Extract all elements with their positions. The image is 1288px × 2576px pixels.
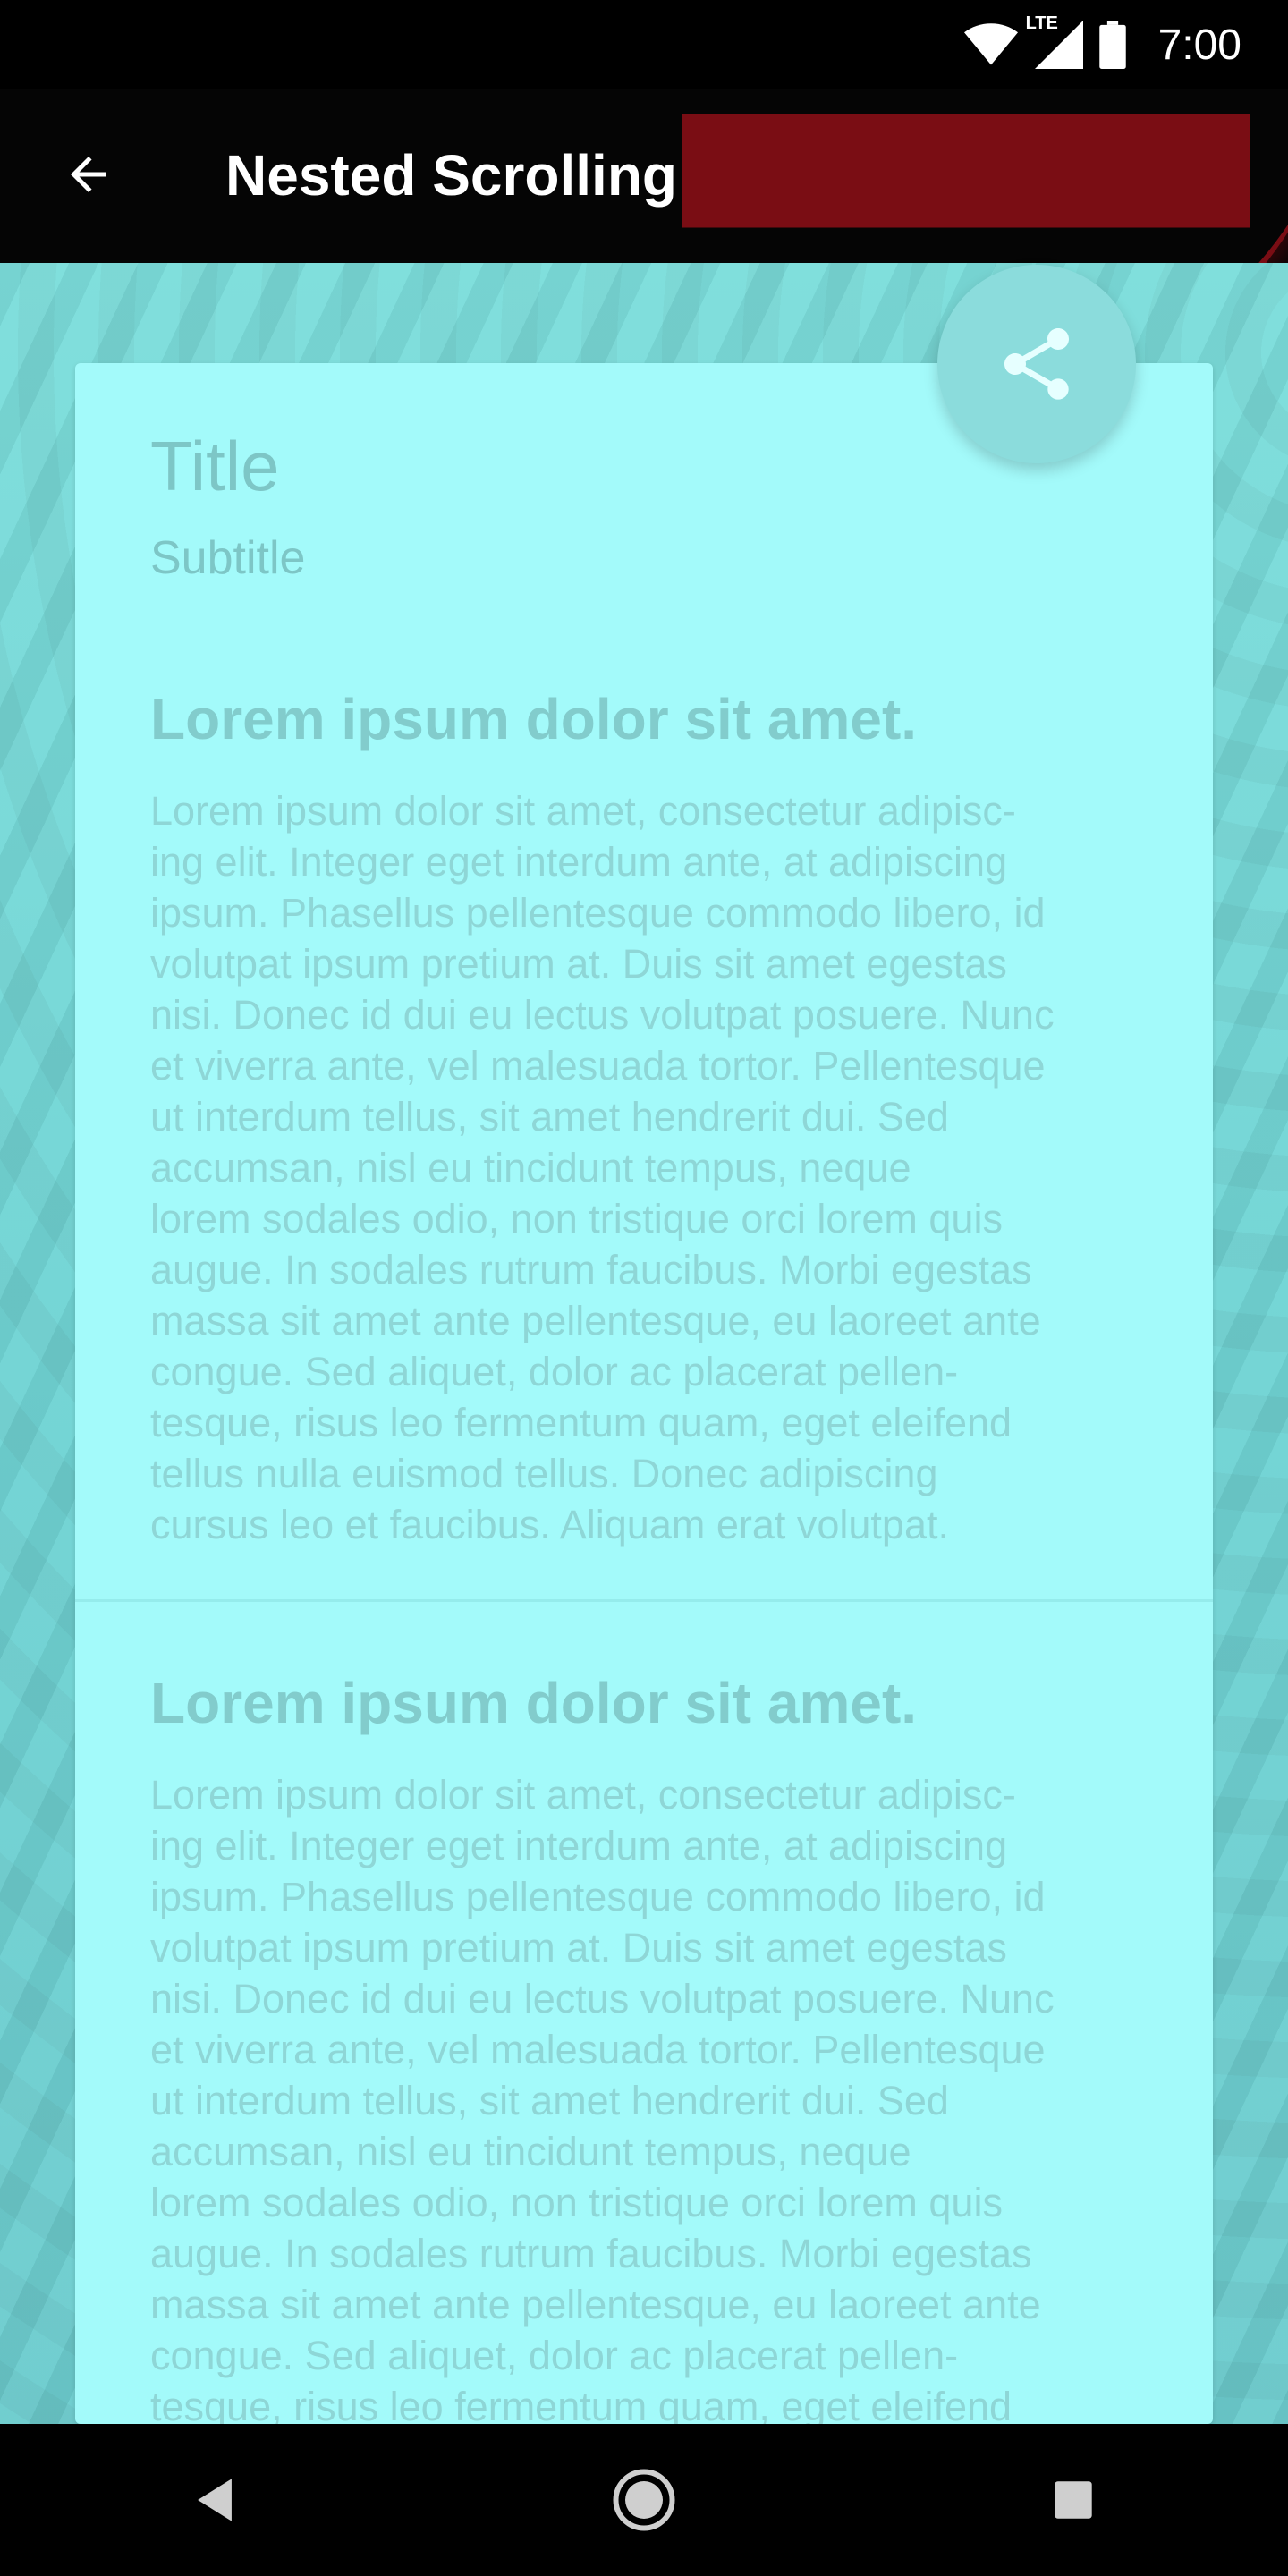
wifi-icon [963,23,1018,65]
section-heading: Lorem ipsum dolor sit amet. [150,1671,918,1735]
share-fab[interactable] [937,265,1136,463]
status-bar: LTE 7:00 [0,0,1288,89]
arrow-back-icon [71,157,106,192]
section-body: Lorem ipsum dolor sit amet, consectetur … [150,788,1055,1547]
lte-signal-icon: LTE [1026,13,1083,69]
nav-back-icon [198,2479,232,2521]
nav-recents-button[interactable] [1038,2464,1109,2536]
card-title: Title [150,427,280,505]
section-body: Lorem ipsum dolor sit amet, consectetur … [150,1772,1055,2424]
nav-recents-icon [1055,2481,1092,2519]
content-section: Lorem ipsum dolor sit amet. Lorem ipsum … [150,1667,1141,2424]
nav-home-button[interactable] [608,2464,680,2536]
content-card[interactable]: Title Subtitle Lorem ipsum dolor sit ame… [75,363,1213,2424]
nav-home-icon [613,2469,675,2531]
app-bar-title: Nested Scrolling [225,143,677,208]
nav-back-button[interactable] [179,2464,250,2536]
status-icons: LTE 7:00 [963,13,1241,73]
lte-label: LTE [1025,13,1058,33]
share-icon [1004,328,1069,400]
battery-icon [1098,21,1126,69]
section-heading: Lorem ipsum dolor sit amet. [150,687,918,751]
content-section: Lorem ipsum dolor sit amet. Lorem ipsum … [150,683,1141,1550]
back-button[interactable] [57,143,120,206]
navigation-bar [0,2424,1288,2576]
status-time: 7:00 [1157,21,1241,69]
section-divider [75,1599,1213,1602]
card-subtitle: Subtitle [150,532,306,584]
